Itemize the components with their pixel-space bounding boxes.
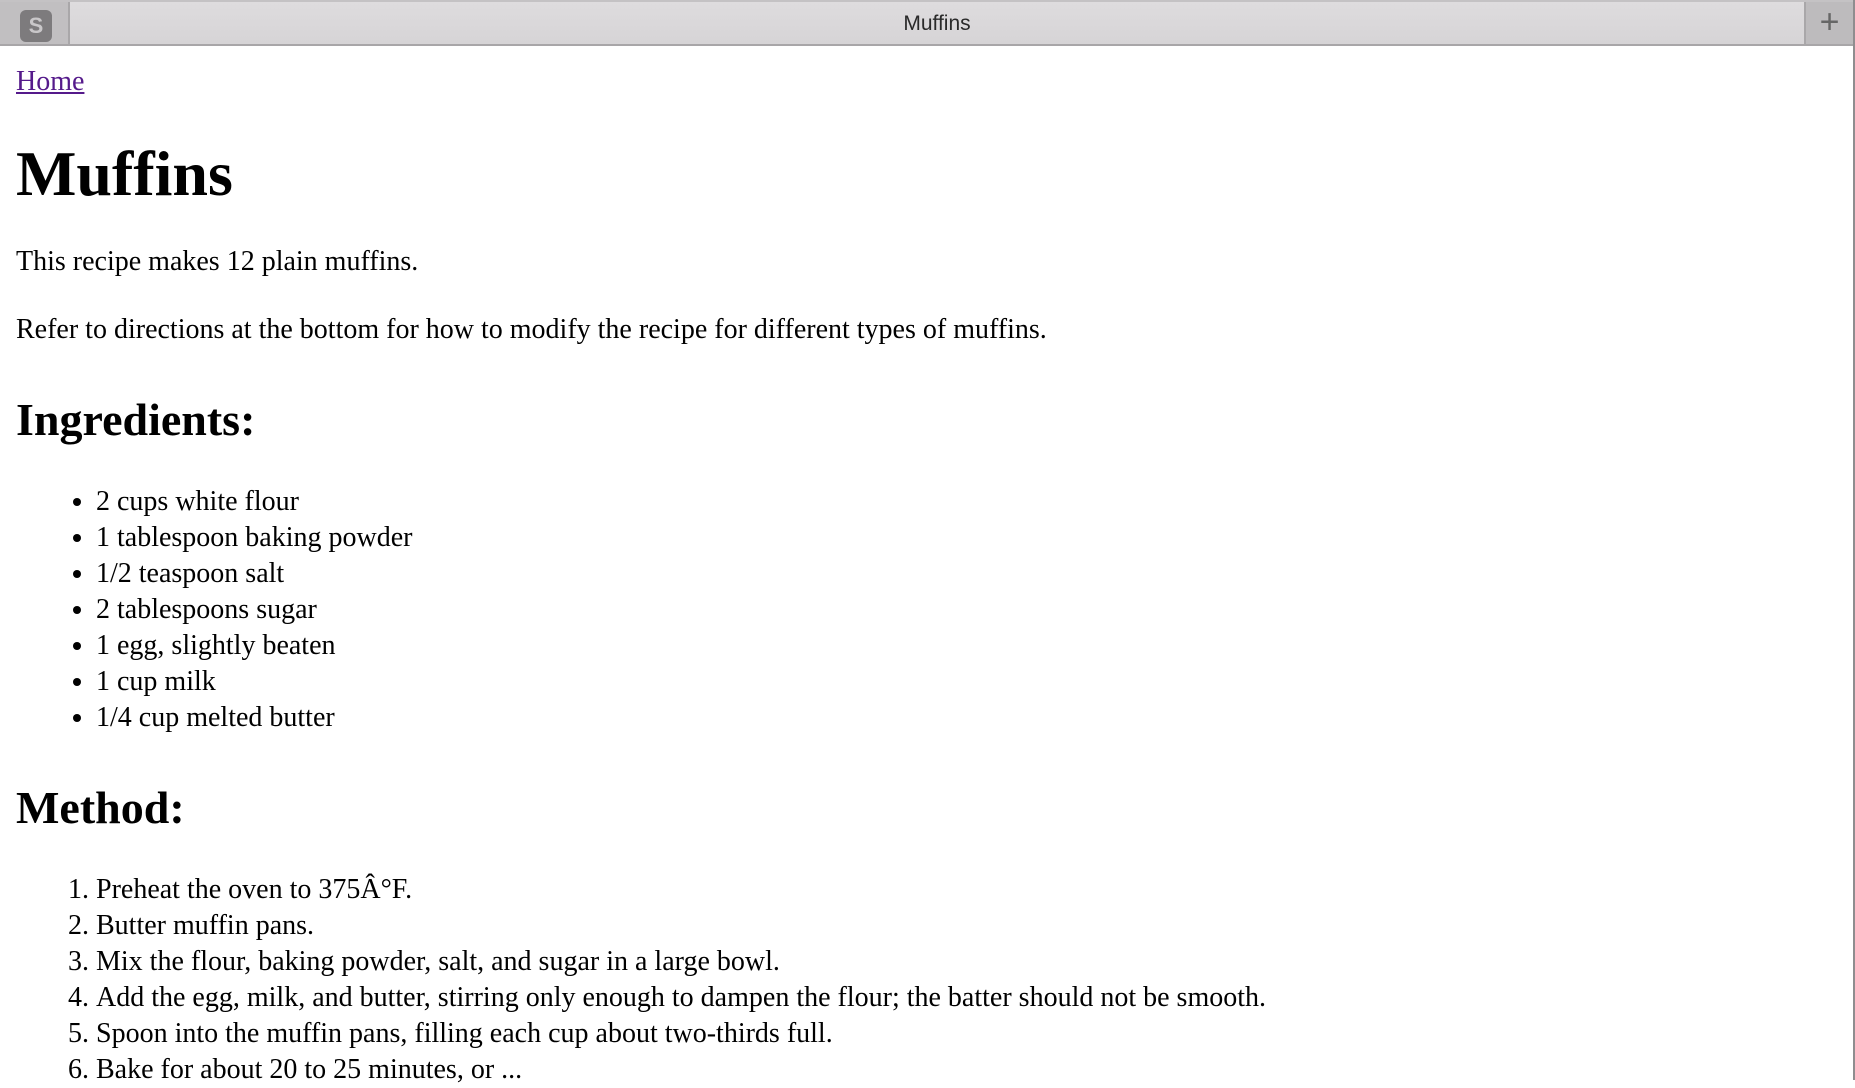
pinned-tab[interactable]: S <box>0 2 70 44</box>
method-list: Preheat the oven to 375Â°F. Butter muffi… <box>16 872 1835 1088</box>
page-title: Muffins <box>16 138 233 209</box>
plus-icon: + <box>1819 3 1840 41</box>
ingredient-item: 2 tablespoons sugar <box>96 592 1835 628</box>
ingredient-item: 1/4 cup melted butter <box>96 700 1835 736</box>
method-step: Preheat the oven to 375Â°F. <box>96 872 1835 908</box>
method-step: Butter muffin pans. <box>96 908 1835 944</box>
site-favicon-icon: S <box>20 10 52 42</box>
home-link[interactable]: Home <box>16 66 84 97</box>
ingredient-item: 2 cups white flour <box>96 484 1835 520</box>
method-step: Spoon into the muffin pans, filling each… <box>96 1016 1835 1052</box>
ingredient-item: 1 cup milk <box>96 664 1835 700</box>
active-tab-title[interactable]: Muffins <box>70 2 1804 44</box>
method-step: Mix the flour, baking powder, salt, and … <box>96 944 1835 980</box>
ingredient-item: 1 tablespoon baking powder <box>96 520 1835 556</box>
ingredients-list: 2 cups white flour 1 tablespoon baking p… <box>16 484 1835 736</box>
intro-paragraph: This recipe makes 12 plain muffins. <box>16 246 419 277</box>
page-content: Home Muffins This recipe makes 12 plain … <box>16 64 1835 1088</box>
new-tab-button[interactable]: + <box>1804 2 1853 44</box>
ingredient-item: 1/2 teaspoon salt <box>96 556 1835 592</box>
tab-bar: S Muffins + <box>0 0 1853 46</box>
ingredients-heading: Ingredients: <box>16 394 256 445</box>
method-step: Bake for about 20 to 25 minutes, or ... <box>96 1052 1835 1088</box>
intro-paragraph: Refer to directions at the bottom for ho… <box>16 314 1047 345</box>
method-heading: Method: <box>16 782 185 833</box>
ingredient-item: 1 egg, slightly beaten <box>96 628 1835 664</box>
method-step: Add the egg, milk, and butter, stirring … <box>96 980 1835 1016</box>
